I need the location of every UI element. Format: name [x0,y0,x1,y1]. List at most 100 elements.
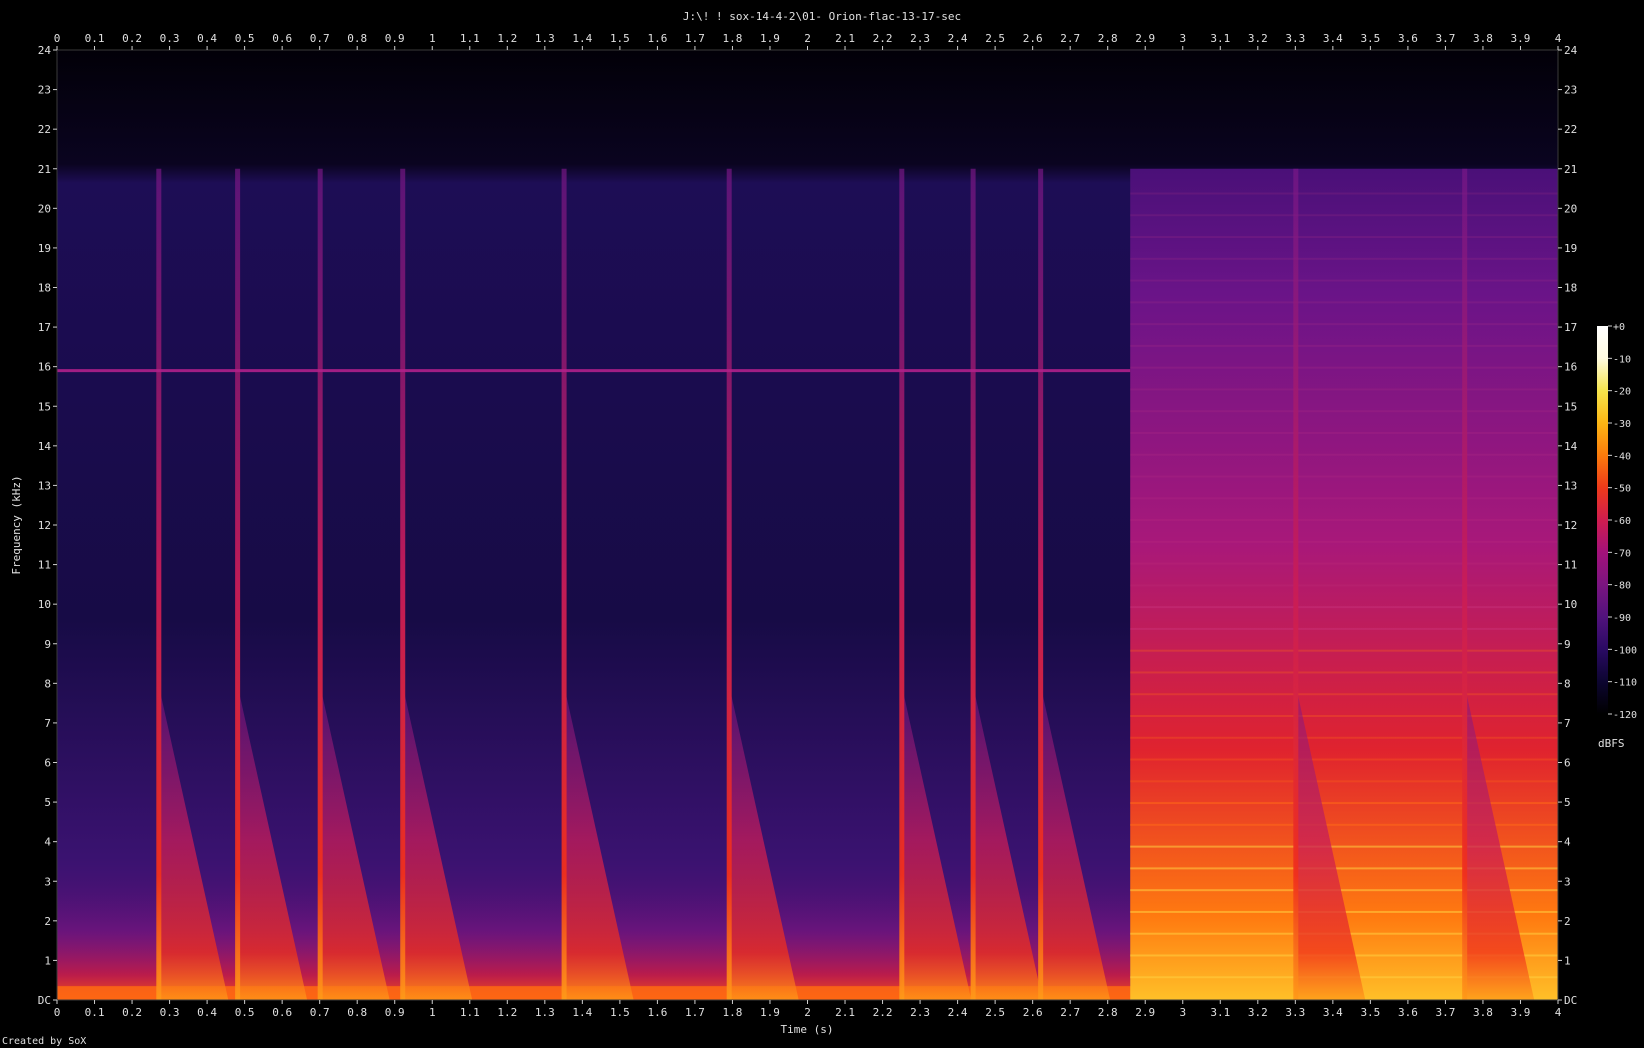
x-tick-label: 2.9 [1135,32,1155,45]
colorbar-tick-label: -70 [1613,548,1631,559]
colorbar-tick-label: -40 [1613,451,1631,462]
y-tick-label: 5 [44,796,51,809]
y-tick-label: 7 [1564,717,1571,730]
y-tick-label: 8 [44,677,51,690]
harmonic-line [1130,192,1558,195]
x-tick-label: 1.8 [723,32,743,45]
x-tick-label: 2.8 [1098,32,1118,45]
x-tick-label: 2.3 [910,1006,930,1019]
x-tick-label: 3.9 [1511,1006,1531,1019]
y-tick-label: 10 [38,598,51,611]
x-tick-label: 1.7 [685,1006,705,1019]
harmonic-line [1130,519,1558,522]
x-tick-label: 1.5 [610,32,630,45]
harmonic-line [1130,497,1558,500]
y-axis-left: DC12345678910111213141516171819202122232… [38,44,57,1007]
x-tick-label: 3.9 [1511,32,1531,45]
y-tick-label: 21 [1564,163,1577,176]
x-tick-label: 2.5 [985,32,1005,45]
harmonic-line [1130,279,1558,282]
x-tick-label: 1.2 [497,1006,517,1019]
y-axis-right: DC12345678910111213141516171819202122232… [1558,44,1578,1007]
y-tick-label: 5 [1564,796,1571,809]
x-tick-label: 3.6 [1398,32,1418,45]
y-tick-label: 21 [38,163,51,176]
x-tick-label: 0.5 [235,32,255,45]
y-tick-label: 14 [1564,440,1578,453]
x-tick-label: 1.6 [647,1006,667,1019]
colorbar-tick-label: -30 [1613,419,1631,430]
y-tick-label: 18 [38,282,51,295]
y-tick-label: DC [1564,994,1577,1007]
colorbar-tick-label: +0 [1613,322,1625,333]
y-tick-label: 11 [38,559,51,572]
y-tick-label: 8 [1564,677,1571,690]
x-tick-label: 2.1 [835,1006,855,1019]
x-tick-label: 2.5 [985,1006,1005,1019]
strike-line [899,168,905,1000]
x-tick-label: 1.1 [460,1006,480,1019]
harmonic-line [1130,388,1558,391]
harmonic-line [1130,366,1558,369]
y-tick-label: DC [38,994,51,1007]
x-tick-label: 2 [804,1006,811,1019]
harmonic-line [1130,257,1558,260]
x-axis-label: Time (s) [781,1023,834,1036]
x-tick-label: 3.4 [1323,1006,1343,1019]
x-tick-label: 0.5 [235,1006,255,1019]
y-tick-label: 3 [44,875,51,888]
harmonic-line [1130,584,1558,587]
y-tick-label: 20 [1564,202,1577,215]
colorbar-bar [1597,326,1608,714]
y-tick-label: 9 [1564,638,1571,651]
x-tick-label: 0.3 [160,1006,180,1019]
x-tick-label: 3.2 [1248,32,1268,45]
y-tick-label: 18 [1564,282,1577,295]
x-tick-label: 0.9 [385,32,405,45]
x-tick-label: 0.2 [122,1006,142,1019]
x-tick-label: 3.2 [1248,1006,1268,1019]
y-tick-label: 16 [38,361,51,374]
y-tick-label: 2 [44,915,51,928]
harmonic-line [1130,736,1558,739]
colorbar-tick-label: -100 [1613,645,1637,656]
x-tick-label: 1.9 [760,1006,780,1019]
x-tick-label: 3.1 [1210,1006,1230,1019]
y-tick-label: 20 [38,202,51,215]
y-tick-label: 24 [38,44,52,57]
x-tick-label: 2.6 [1023,1006,1043,1019]
y-tick-label: 22 [38,123,51,136]
x-tick-label: 1 [429,32,436,45]
strike-line [235,168,241,1000]
colorbar-tick-label: -110 [1613,678,1637,689]
harmonic-line [1130,693,1558,696]
y-tick-label: 11 [1564,559,1577,572]
y-tick-label: 7 [44,717,51,730]
harmonic-line [1130,323,1558,326]
harmonic-line [1130,802,1558,805]
y-tick-label: 17 [1564,321,1577,334]
x-tick-label: 3.5 [1360,1006,1380,1019]
tone-line [57,369,1131,373]
x-tick-label: 2.8 [1098,1006,1118,1019]
harmonic-line [1130,627,1558,630]
strike-line [726,168,732,1000]
x-tick-label: 2.9 [1135,1006,1155,1019]
harmonic-line [1130,562,1558,565]
footer-credit: Created by SoX [2,1036,86,1047]
x-tick-label: 0.1 [85,32,105,45]
x-tick-label: 2.1 [835,32,855,45]
y-tick-label: 14 [38,440,52,453]
x-tick-label: 0.3 [160,32,180,45]
y-tick-label: 13 [1564,479,1577,492]
colorbar-tick-label: -120 [1613,710,1637,721]
strike-line [400,168,406,1000]
strike-line [970,168,976,1000]
spectrogram-chart: J:\! ! sox-14-4-2\01- Orion-flac-13-17-s… [2,10,1637,1047]
x-tick-label: 3.8 [1473,1006,1493,1019]
colorbar-ticks: +0 -10 -20 -30 -40 -50 -60 -70 -80 -90 -100 -110 -12… [1608,322,1637,721]
y-tick-label: 17 [38,321,51,334]
harmonic-line [1130,453,1558,456]
x-tick-label: 2.2 [873,1006,893,1019]
x-tick-label: 2.2 [873,32,893,45]
